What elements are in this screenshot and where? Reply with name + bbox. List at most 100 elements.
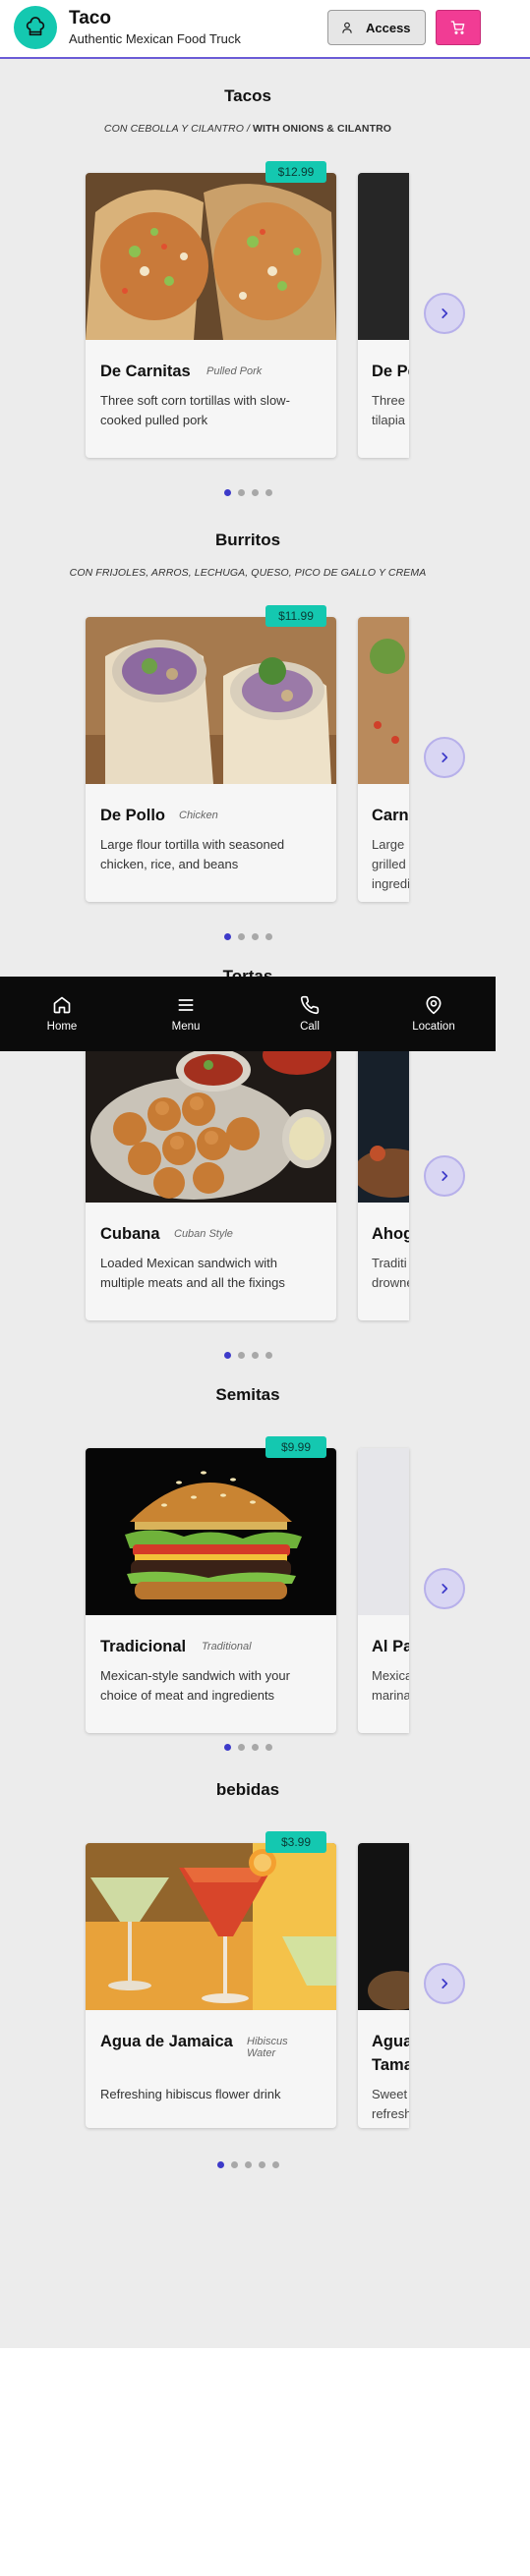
carousel-dots <box>0 2161 496 2168</box>
carousel-dot[interactable] <box>237 1352 245 1359</box>
carousel-dot[interactable] <box>230 2161 238 2168</box>
nav-label: Home <box>46 1021 78 1033</box>
item-name: Cubana <box>100 1225 160 1243</box>
location-icon <box>426 995 442 1015</box>
menu-card[interactable]: Tradicional Traditional Mexican-style sa… <box>86 1448 336 1733</box>
preview-item-description: Traditidrowne <box>372 1256 409 1290</box>
drinks-photo <box>86 1843 336 2010</box>
burger-photo <box>86 1448 336 1615</box>
item-style: Traditional <box>202 1641 252 1652</box>
carousel-dots <box>0 933 496 940</box>
carousel-dot[interactable] <box>223 489 231 496</box>
carousel-next-button[interactable] <box>424 1568 465 1609</box>
al-pastor-photo-placeholder <box>358 1448 409 1615</box>
preview-item-name: Agua Tama <box>372 2033 409 2074</box>
torta-ahogada-photo <box>358 1036 409 1203</box>
fish-taco-photo <box>358 173 409 340</box>
carousel-dot[interactable] <box>265 1744 272 1751</box>
menu-card[interactable]: De Pollo Chicken Large flour tortilla wi… <box>86 617 336 902</box>
access-button[interactable]: Access <box>327 10 426 45</box>
next-card-preview[interactable]: De Pe Threetilapia <box>358 173 409 458</box>
menu-card[interactable]: Cubana Cuban Style Loaded Mexican sandwi… <box>86 1036 336 1320</box>
item-name: Tradicional <box>100 1638 187 1655</box>
preview-item-description: Mexica marina <box>372 1668 409 1703</box>
item-description: Three soft corn tortillas with slow-cook… <box>100 393 290 427</box>
carousel-dot[interactable] <box>237 489 245 496</box>
carousel-dot[interactable] <box>216 2161 224 2168</box>
price-badge: $11.99 <box>265 605 326 627</box>
carousel-next-button[interactable] <box>424 293 465 334</box>
next-card-preview[interactable]: Ahog Traditidrowne <box>358 1036 409 1320</box>
nav-location[interactable]: Location <box>384 995 483 1033</box>
carousel-dot[interactable] <box>251 1744 259 1751</box>
section-subtitle: CON CEBOLLA Y CILANTRO / WITH ONIONS & C… <box>103 123 392 135</box>
carousel-dot[interactable] <box>223 1744 231 1751</box>
preview-item-name: Carn <box>372 807 409 824</box>
section-title: bebidas <box>215 1780 280 1799</box>
section-title: Burritos <box>214 531 281 549</box>
chevron-right-icon <box>442 753 448 762</box>
carousel-dot[interactable] <box>223 933 231 940</box>
cart-button[interactable] <box>436 10 481 45</box>
section-title: Semitas <box>215 1385 280 1404</box>
carousel-next-button[interactable] <box>424 737 465 778</box>
carousel-next-button[interactable] <box>424 1963 465 2004</box>
carousel-dot[interactable] <box>271 2161 279 2168</box>
carousel-dot[interactable] <box>265 1352 272 1359</box>
tacos-photo <box>86 173 336 340</box>
preview-item-name: Al Pa <box>372 1638 409 1655</box>
nav-label: Location <box>412 1021 455 1033</box>
section-title: Tacos <box>224 86 271 105</box>
tortas-photo <box>86 1036 336 1203</box>
phone-icon <box>300 995 320 1015</box>
menu-icon <box>178 999 194 1011</box>
carousel-dot[interactable] <box>237 1744 245 1751</box>
preview-item-name: De Pe <box>372 363 409 380</box>
brand-subtitle: Authentic Mexican Food Truck <box>69 31 241 46</box>
nav-call[interactable]: Call <box>261 995 359 1033</box>
menu-card[interactable]: De Carnitas Pulled Pork Three soft corn … <box>86 173 336 458</box>
preview-item-description: Three tilapia <box>372 393 405 427</box>
carousel-dot[interactable] <box>237 933 245 940</box>
cart-icon <box>450 21 465 34</box>
price-badge: $3.99 <box>265 1831 326 1853</box>
user-icon <box>342 22 352 33</box>
section-subtitle: CON FRIJOLES, ARROS, LECHUGA, QUESO, PIC… <box>69 567 427 579</box>
price-badge: $9.99 <box>265 1436 326 1458</box>
page: Taco Authentic Mexican Food Truck Access… <box>0 0 530 2348</box>
nav-menu[interactable]: Menu <box>137 995 235 1033</box>
app-header: Taco Authentic Mexican Food Truck Access <box>0 0 530 59</box>
next-card-preview[interactable]: Carn Large grilled ingredi <box>358 617 409 902</box>
chef-hat-logo-icon[interactable] <box>14 6 57 49</box>
menu-card[interactable]: Agua de Jamaica Hibiscus Water Refreshin… <box>86 1843 336 2128</box>
item-style: Cuban Style <box>174 1228 233 1240</box>
nav-label: Menu <box>171 1021 201 1033</box>
carousel-dots <box>0 1744 496 1751</box>
nav-home[interactable]: Home <box>13 995 111 1033</box>
home-icon <box>53 996 71 1014</box>
carousel-dot[interactable] <box>244 2161 252 2168</box>
chevron-right-icon <box>442 1584 448 1594</box>
carousel-dot[interactable] <box>251 933 259 940</box>
carousel-dot[interactable] <box>258 2161 265 2168</box>
carousel-dot[interactable] <box>223 1352 231 1359</box>
brand-title: Taco <box>69 8 111 28</box>
chevron-right-icon <box>442 1171 448 1181</box>
tamarindo-photo <box>358 1843 409 2010</box>
item-style: Chicken <box>179 810 218 821</box>
next-card-preview[interactable]: Agua Tama Sweet refresh <box>358 1843 409 2128</box>
burrito-photo <box>86 617 336 784</box>
carousel-dots <box>0 1352 496 1359</box>
carne-asada-photo <box>358 617 409 784</box>
item-style: Hibiscus Water <box>247 2036 288 2059</box>
carousel-dot[interactable] <box>265 489 272 496</box>
chevron-right-icon <box>442 1979 448 1988</box>
preview-item-name: Ahog <box>372 1225 409 1243</box>
carousel-dot[interactable] <box>251 489 259 496</box>
next-card-preview[interactable]: Al Pa Mexica marina <box>358 1448 409 1733</box>
bottom-navigation: Home Menu Call Location <box>0 977 496 1051</box>
carousel-next-button[interactable] <box>424 1155 465 1197</box>
carousel-dot[interactable] <box>251 1352 259 1359</box>
carousel-dot[interactable] <box>265 933 272 940</box>
chevron-right-icon <box>442 308 448 318</box>
